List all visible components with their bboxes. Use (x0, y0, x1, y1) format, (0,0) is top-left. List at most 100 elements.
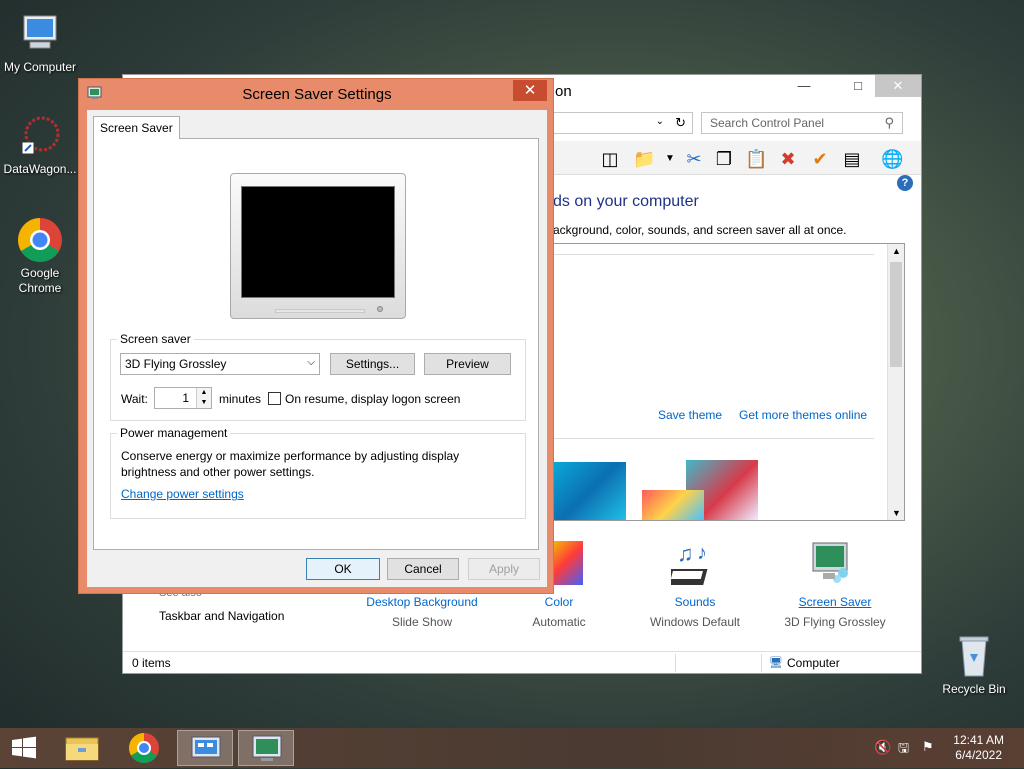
properties-icon[interactable]: ▤ (841, 148, 863, 170)
desktop-icon-datawagon[interactable]: DataWagon... (0, 112, 80, 177)
chevron-up-icon[interactable]: ▲ (892, 246, 901, 256)
network-icon[interactable]: 🖫 (898, 739, 909, 761)
taskbar-navigation-link[interactable]: Taskbar and Navigation (159, 609, 284, 623)
help-icon[interactable]: ? (897, 175, 913, 191)
sounds-item[interactable]: Sounds Windows Default (639, 595, 751, 629)
globe-icon[interactable]: 🌐 (881, 148, 903, 170)
preview-button[interactable]: Preview (424, 353, 511, 375)
copy-icon[interactable]: ❐ (713, 148, 735, 170)
settings-button[interactable]: Settings... (330, 353, 415, 375)
taskbar-clock[interactable]: 12:41 AM 6/4/2022 (953, 733, 1004, 763)
monitor-preview (230, 173, 406, 319)
paste-icon[interactable]: 📋 (745, 148, 767, 170)
chevron-down-icon[interactable]: ▼ (659, 148, 681, 170)
recycle-bin-icon (950, 632, 998, 680)
chevron-down-icon[interactable]: ⌄ (656, 116, 664, 127)
chrome-icon (128, 733, 159, 764)
desktop-icon-my-computer[interactable]: My Computer (0, 10, 80, 75)
address-bar[interactable]: ⌄ ↻ (553, 112, 693, 134)
dialog-close-button[interactable]: ✕ (513, 80, 547, 101)
taskbar-control-panel[interactable] (177, 730, 233, 766)
color-item[interactable]: Color Automatic (509, 595, 609, 629)
theme-thumbnail[interactable] (554, 462, 626, 520)
change-power-settings-link[interactable]: Change power settings (121, 487, 244, 501)
action-center-icon[interactable]: ⚑ (922, 739, 934, 755)
divider (554, 254, 874, 255)
volume-muted-icon[interactable]: 🔇 (874, 739, 891, 756)
minimize-button[interactable]: — (781, 75, 827, 97)
dialog-title: Screen Saver Settings (242, 86, 392, 103)
toolbar: ◫ 📁 ▼ ✂ ❐ 📋 ✖ ✔ ▤ 🌐 (553, 141, 921, 175)
desktop-icon-recycle-bin[interactable]: Recycle Bin (934, 632, 1014, 697)
desktop-background-title: Desktop Background (366, 595, 478, 609)
svg-text:♫: ♫ (677, 541, 694, 566)
refresh-icon[interactable]: ↻ (675, 115, 686, 131)
start-button[interactable] (0, 730, 48, 766)
layout-icon[interactable]: ◫ (599, 148, 621, 170)
power-management-group: Power management Conserve energy or maxi… (110, 426, 526, 519)
desktop-icon-label: Google Chrome (18, 266, 62, 295)
preview-screen (241, 186, 395, 298)
windows-logo-icon (12, 736, 36, 759)
desktop-background-value: Slide Show (391, 615, 453, 629)
svg-text:♪: ♪ (697, 542, 707, 564)
apply-button[interactable]: Apply (468, 558, 540, 580)
power-led (377, 306, 383, 312)
taskbar: 🔇 🖫 ⚑ 12:41 AM 6/4/2022 (0, 728, 1024, 768)
status-computer: Computer (787, 656, 840, 670)
screen-saver-select[interactable]: 3D Flying Grossley ⌵ (120, 353, 320, 375)
screen-saver-value: 3D Flying Grossley (784, 615, 886, 629)
power-description-line-1: Conserve energy or maximize performance … (121, 449, 460, 463)
dialog-body: Screen Saver Screen saver 3D Flying Gros… (87, 110, 547, 587)
get-more-themes-link[interactable]: Get more themes online (739, 408, 867, 422)
chevron-up-icon[interactable]: ▲ (197, 388, 211, 398)
color-value: Automatic (532, 615, 586, 629)
desktop-background-item[interactable]: Desktop Background Slide Show (361, 595, 483, 629)
chevron-down-icon[interactable]: ▼ (197, 398, 211, 408)
spinner-arrows[interactable]: ▲ ▼ (196, 388, 211, 408)
theme-list[interactable]: Save theme Get more themes online ▲ ▼ (553, 243, 905, 521)
control-panel-title: on (555, 83, 572, 100)
chrome-icon (16, 216, 64, 264)
divider (554, 438, 874, 439)
cut-icon[interactable]: ✂ (683, 148, 705, 170)
vertical-scrollbar[interactable]: ▲ ▼ (887, 244, 904, 520)
search-icon[interactable]: ⚲ (884, 115, 894, 131)
delete-icon[interactable]: ✖ (777, 148, 799, 170)
screen-saver-icon (252, 735, 282, 761)
personalization-heading: ds on your computer (553, 193, 699, 210)
desktop-icon-label: DataWagon... (3, 162, 77, 176)
computer-icon: 🖥 (769, 657, 783, 669)
theme-thumbnail[interactable] (642, 490, 704, 520)
screen-saver-group: Screen saver 3D Flying Grossley ⌵ Settin… (110, 332, 526, 421)
resume-logon-checkbox[interactable] (268, 392, 281, 405)
minutes-label: minutes (219, 392, 262, 406)
status-bar: 0 items 🖥 Computer (123, 651, 921, 673)
ok-button[interactable]: OK (306, 558, 380, 580)
scrollbar-thumb[interactable] (890, 262, 902, 367)
taskbar-file-explorer[interactable] (54, 730, 110, 766)
taskbar-chrome[interactable] (116, 730, 172, 766)
sounds-icon[interactable]: ♫ ♪ (663, 541, 721, 589)
checkmark-icon[interactable]: ✔ (809, 148, 831, 170)
folder-icon[interactable]: 📁 (633, 148, 655, 170)
wait-minutes-spinner[interactable]: 1 ▲ ▼ (154, 387, 212, 409)
tab-screen-saver[interactable]: Screen Saver (93, 116, 180, 139)
close-button[interactable]: ✕ (875, 75, 921, 97)
save-theme-link[interactable]: Save theme (658, 408, 722, 422)
monitor-bezel-slot (275, 309, 365, 313)
search-input[interactable]: Search Control Panel ⚲ (701, 112, 903, 134)
screen-saver-item[interactable]: Screen Saver 3D Flying Grossley (777, 595, 893, 629)
chevron-down-icon[interactable]: ▼ (892, 508, 901, 518)
power-management-label: Power management (117, 426, 231, 440)
desktop-icon-chrome[interactable]: Google Chrome (0, 216, 80, 296)
screen-saver-selected: 3D Flying Grossley (125, 357, 227, 371)
desktop-icon-label: Recycle Bin (942, 682, 1006, 696)
screen-saver-dialog[interactable]: Screen Saver Settings ✕ Screen Saver Scr… (78, 78, 554, 594)
cancel-button[interactable]: Cancel (387, 558, 459, 580)
resume-logon-label[interactable]: On resume, display logon screen (285, 392, 460, 406)
taskbar-screen-saver-settings[interactable] (238, 730, 294, 766)
screen-saver-icon[interactable] (809, 539, 853, 585)
color-title: Color (544, 595, 574, 609)
divider (761, 654, 762, 672)
